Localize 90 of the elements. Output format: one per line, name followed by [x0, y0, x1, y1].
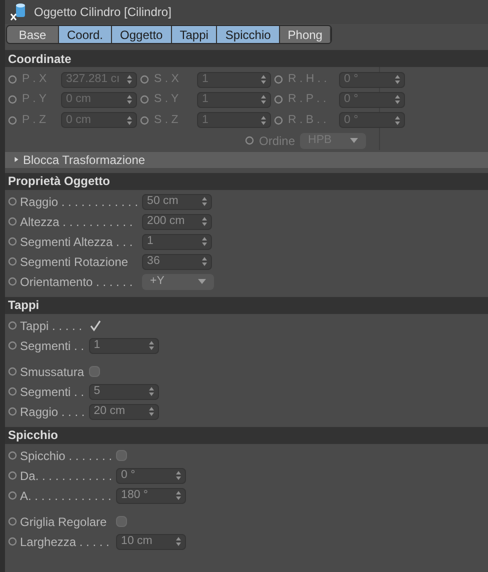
animation-dot-icon[interactable] — [274, 95, 283, 104]
spinner-arrows-icon — [127, 95, 132, 104]
section-header: Spicchio — [5, 426, 488, 444]
group-toggle[interactable]: Blocca Trasformazione — [5, 152, 488, 168]
spinner-arrows-icon — [148, 407, 154, 416]
field-label: Segmenti . . — [20, 384, 84, 401]
spinner-arrows-icon — [395, 116, 400, 125]
field-label: Orientamento . . . . . . — [20, 274, 133, 291]
number-field[interactable]: 180 ° — [116, 488, 186, 504]
animation-dot-icon[interactable] — [140, 116, 149, 125]
spinner-arrows-icon — [127, 116, 132, 125]
animation-dot-icon[interactable] — [140, 75, 149, 84]
spinner-arrows-icon — [148, 341, 154, 350]
field-label: Spicchio . . . . . . . — [20, 448, 112, 465]
number-field[interactable]: 1 — [88, 338, 159, 354]
field-label: Altezza . . . . . . . . . . . — [20, 214, 133, 231]
spinner-arrows-icon — [176, 471, 182, 480]
field-label: Larghezza . . . . . — [20, 534, 110, 551]
spinner-arrows-icon — [395, 75, 400, 84]
spinner-arrows-icon — [202, 197, 208, 206]
animation-dot-icon[interactable] — [245, 136, 254, 146]
animation-dot-icon[interactable] — [8, 517, 17, 526]
animation-dot-icon[interactable] — [274, 75, 283, 84]
tab[interactable]: Base — [7, 26, 59, 43]
number-field[interactable]: 10 cm — [116, 534, 186, 550]
field-label: Segmenti . . — [20, 338, 84, 355]
tab[interactable]: Tappi — [172, 26, 218, 43]
spinner-arrows-icon — [202, 237, 208, 246]
number-field[interactable]: 5 — [88, 384, 159, 400]
number-field[interactable]: 200 cm — [142, 214, 212, 230]
spinner-arrows-icon — [202, 257, 208, 266]
animation-dot-icon[interactable] — [8, 407, 17, 416]
checkbox[interactable] — [88, 366, 100, 378]
animation-dot-icon[interactable] — [8, 367, 17, 376]
field-label: Smussatura — [20, 364, 84, 381]
animation-dot-icon[interactable] — [8, 491, 17, 500]
animation-dot-icon[interactable] — [8, 341, 17, 350]
tab[interactable]: Oggetto — [112, 26, 172, 43]
spinner-arrows-icon — [202, 217, 208, 226]
spinner-arrows-icon — [395, 95, 400, 104]
checkbox[interactable] — [116, 450, 128, 462]
window-title: Oggetto Cilindro [Cilindro] — [34, 4, 172, 21]
animation-dot-icon[interactable] — [8, 537, 17, 546]
spinner-arrows-icon — [127, 75, 132, 84]
animation-dot-icon[interactable] — [8, 95, 17, 104]
animation-dot-icon[interactable] — [8, 217, 17, 226]
animation-dot-icon[interactable] — [140, 95, 149, 104]
tab[interactable]: Coord. — [59, 26, 112, 43]
field-label: Raggio . . . . — [20, 404, 85, 421]
number-field[interactable]: 20 cm — [88, 404, 159, 420]
tab[interactable]: Phong — [280, 26, 332, 43]
animation-dot-icon[interactable] — [8, 257, 17, 266]
number-field[interactable]: 36 — [142, 254, 212, 270]
number-field[interactable]: 50 cm — [142, 194, 212, 210]
field-label: Da. . . . . . . . . . . . — [20, 468, 112, 485]
animation-dot-icon[interactable] — [8, 451, 17, 460]
section-header: Proprietà Oggetto — [5, 172, 488, 190]
spinner-arrows-icon — [176, 537, 182, 546]
number-field[interactable]: 0 ° — [116, 468, 186, 484]
number-field[interactable]: 1 — [142, 234, 212, 250]
spinner-arrows-icon — [261, 95, 266, 104]
caret-icon — [350, 138, 358, 144]
caret-icon — [198, 279, 206, 284]
animation-dot-icon[interactable] — [8, 387, 17, 396]
cylinder-icon — [10, 3, 26, 21]
field-label: Tappi . . . . . — [20, 318, 82, 335]
animation-dot-icon[interactable] — [8, 75, 17, 84]
spinner-arrows-icon — [176, 491, 182, 500]
spinner-arrows-icon — [261, 116, 266, 125]
field-label: Segmenti Rotazione — [20, 254, 128, 271]
animation-dot-icon[interactable] — [8, 197, 17, 206]
animation-dot-icon[interactable] — [8, 277, 17, 286]
spinner-arrows-icon — [261, 75, 266, 84]
field-label: Segmenti Altezza . . . — [20, 234, 133, 251]
field-label: A. . . . . . . . . . . . . — [20, 488, 112, 505]
section-header: Tappi — [5, 296, 488, 314]
animation-dot-icon[interactable] — [274, 116, 283, 125]
disclosure-triangle-icon — [14, 156, 19, 164]
checkmark-icon[interactable] — [88, 320, 101, 332]
spinner-arrows-icon — [148, 387, 154, 396]
animation-dot-icon[interactable] — [8, 237, 17, 246]
section-header: Coordinate — [5, 50, 488, 67]
field-label: Raggio . . . . . . . . . . . . — [20, 194, 138, 211]
animation-dot-icon[interactable] — [8, 321, 17, 330]
animation-dot-icon[interactable] — [8, 116, 17, 125]
tab[interactable]: Spicchio — [217, 26, 280, 43]
animation-dot-icon[interactable] — [8, 471, 17, 480]
dropdown[interactable]: +Y — [142, 274, 214, 290]
field-label: Griglia Regolare — [20, 514, 107, 531]
checkbox[interactable] — [116, 516, 128, 528]
